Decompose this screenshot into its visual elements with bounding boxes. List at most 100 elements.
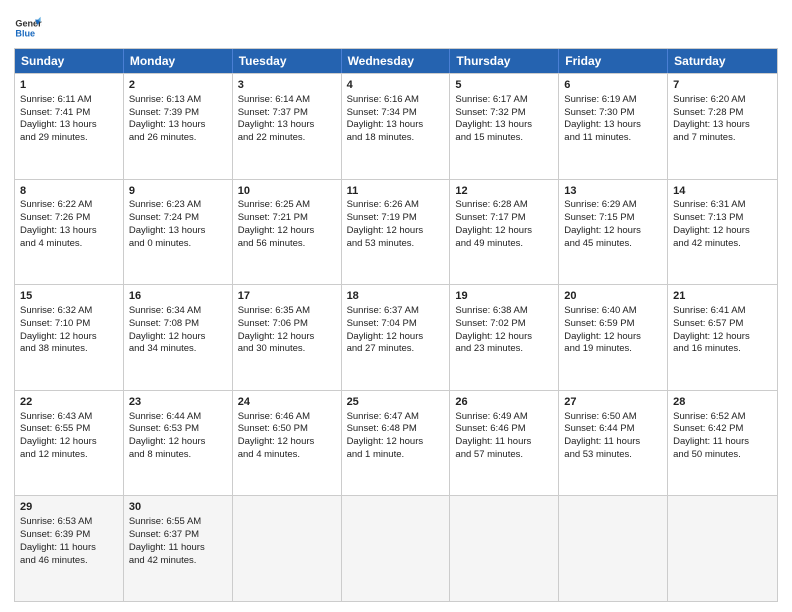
calendar-row-1: 8Sunrise: 6:22 AMSunset: 7:26 PMDaylight…	[15, 179, 777, 285]
day-cell-26: 26Sunrise: 6:49 AMSunset: 6:46 PMDayligh…	[450, 391, 559, 496]
day-info-line: and 42 minutes.	[129, 555, 227, 568]
day-cell-8: 8Sunrise: 6:22 AMSunset: 7:26 PMDaylight…	[15, 180, 124, 285]
day-info-line: Sunrise: 6:49 AM	[455, 411, 553, 424]
day-info-line: Sunrise: 6:38 AM	[455, 305, 553, 318]
day-number: 29	[20, 500, 118, 515]
day-number: 25	[347, 395, 445, 410]
day-info-line: Sunset: 7:32 PM	[455, 107, 553, 120]
day-cell-27: 27Sunrise: 6:50 AMSunset: 6:44 PMDayligh…	[559, 391, 668, 496]
day-info-line: Sunset: 6:50 PM	[238, 423, 336, 436]
day-info-line: and 23 minutes.	[455, 343, 553, 356]
day-info-line: Sunrise: 6:25 AM	[238, 199, 336, 212]
day-cell-24: 24Sunrise: 6:46 AMSunset: 6:50 PMDayligh…	[233, 391, 342, 496]
day-info-line: Sunrise: 6:23 AM	[129, 199, 227, 212]
calendar: SundayMondayTuesdayWednesdayThursdayFrid…	[14, 48, 778, 602]
day-info-line: and 19 minutes.	[564, 343, 662, 356]
day-info-line: Sunrise: 6:53 AM	[20, 516, 118, 529]
day-info-line: Daylight: 13 hours	[20, 119, 118, 132]
day-number: 8	[20, 184, 118, 199]
day-info-line: Daylight: 12 hours	[238, 225, 336, 238]
day-number: 9	[129, 184, 227, 199]
day-info-line: and 42 minutes.	[673, 238, 772, 251]
day-info-line: Sunset: 7:30 PM	[564, 107, 662, 120]
day-number: 14	[673, 184, 772, 199]
day-info-line: and 34 minutes.	[129, 343, 227, 356]
day-number: 5	[455, 78, 553, 93]
day-info-line: Daylight: 12 hours	[238, 436, 336, 449]
day-cell-29: 29Sunrise: 6:53 AMSunset: 6:39 PMDayligh…	[15, 496, 124, 601]
day-info-line: Sunset: 7:24 PM	[129, 212, 227, 225]
empty-cell	[668, 496, 777, 601]
day-number: 12	[455, 184, 553, 199]
day-info-line: Daylight: 13 hours	[347, 119, 445, 132]
day-info-line: Daylight: 13 hours	[564, 119, 662, 132]
day-number: 26	[455, 395, 553, 410]
day-info-line: and 57 minutes.	[455, 449, 553, 462]
header-day-tuesday: Tuesday	[233, 49, 342, 73]
day-number: 11	[347, 184, 445, 199]
day-info-line: and 26 minutes.	[129, 132, 227, 145]
day-info-line: Daylight: 13 hours	[129, 119, 227, 132]
day-number: 27	[564, 395, 662, 410]
day-number: 16	[129, 289, 227, 304]
day-cell-9: 9Sunrise: 6:23 AMSunset: 7:24 PMDaylight…	[124, 180, 233, 285]
day-cell-17: 17Sunrise: 6:35 AMSunset: 7:06 PMDayligh…	[233, 285, 342, 390]
day-info-line: Sunset: 7:04 PM	[347, 318, 445, 331]
day-cell-25: 25Sunrise: 6:47 AMSunset: 6:48 PMDayligh…	[342, 391, 451, 496]
day-info-line: Daylight: 12 hours	[564, 225, 662, 238]
day-info-line: and 56 minutes.	[238, 238, 336, 251]
day-info-line: Sunset: 6:44 PM	[564, 423, 662, 436]
day-number: 3	[238, 78, 336, 93]
day-info-line: and 4 minutes.	[238, 449, 336, 462]
day-info-line: Daylight: 11 hours	[564, 436, 662, 449]
day-number: 17	[238, 289, 336, 304]
day-info-line: Daylight: 11 hours	[129, 542, 227, 555]
day-info-line: Sunset: 7:06 PM	[238, 318, 336, 331]
day-cell-19: 19Sunrise: 6:38 AMSunset: 7:02 PMDayligh…	[450, 285, 559, 390]
day-info-line: Sunset: 6:53 PM	[129, 423, 227, 436]
day-info-line: Sunrise: 6:28 AM	[455, 199, 553, 212]
day-cell-23: 23Sunrise: 6:44 AMSunset: 6:53 PMDayligh…	[124, 391, 233, 496]
page-container: General Blue SundayMondayTuesdayWednesda…	[0, 0, 792, 612]
day-info-line: Sunset: 7:39 PM	[129, 107, 227, 120]
day-info-line: Sunrise: 6:37 AM	[347, 305, 445, 318]
day-cell-14: 14Sunrise: 6:31 AMSunset: 7:13 PMDayligh…	[668, 180, 777, 285]
day-info-line: Sunset: 7:19 PM	[347, 212, 445, 225]
day-info-line: Sunset: 7:02 PM	[455, 318, 553, 331]
day-info-line: Sunrise: 6:35 AM	[238, 305, 336, 318]
day-number: 24	[238, 395, 336, 410]
day-info-line: Daylight: 13 hours	[238, 119, 336, 132]
svg-text:Blue: Blue	[15, 28, 35, 38]
day-info-line: Sunrise: 6:11 AM	[20, 94, 118, 107]
day-cell-18: 18Sunrise: 6:37 AMSunset: 7:04 PMDayligh…	[342, 285, 451, 390]
day-info-line: Daylight: 13 hours	[673, 119, 772, 132]
header-day-sunday: Sunday	[15, 49, 124, 73]
day-info-line: Daylight: 12 hours	[347, 331, 445, 344]
day-cell-3: 3Sunrise: 6:14 AMSunset: 7:37 PMDaylight…	[233, 74, 342, 179]
day-number: 4	[347, 78, 445, 93]
day-info-line: Sunset: 7:15 PM	[564, 212, 662, 225]
day-cell-12: 12Sunrise: 6:28 AMSunset: 7:17 PMDayligh…	[450, 180, 559, 285]
day-info-line: and 49 minutes.	[455, 238, 553, 251]
day-info-line: Daylight: 12 hours	[129, 436, 227, 449]
day-number: 18	[347, 289, 445, 304]
day-info-line: Sunrise: 6:32 AM	[20, 305, 118, 318]
day-number: 21	[673, 289, 772, 304]
day-info-line: Sunrise: 6:55 AM	[129, 516, 227, 529]
day-number: 2	[129, 78, 227, 93]
day-info-line: Sunset: 7:34 PM	[347, 107, 445, 120]
day-info-line: and 4 minutes.	[20, 238, 118, 251]
day-info-line: Sunrise: 6:26 AM	[347, 199, 445, 212]
day-info-line: and 50 minutes.	[673, 449, 772, 462]
logo-icon: General Blue	[14, 14, 42, 42]
day-cell-5: 5Sunrise: 6:17 AMSunset: 7:32 PMDaylight…	[450, 74, 559, 179]
day-info-line: Daylight: 12 hours	[673, 225, 772, 238]
day-number: 22	[20, 395, 118, 410]
day-info-line: Sunrise: 6:40 AM	[564, 305, 662, 318]
day-info-line: Daylight: 11 hours	[455, 436, 553, 449]
day-info-line: and 18 minutes.	[347, 132, 445, 145]
day-info-line: Sunrise: 6:43 AM	[20, 411, 118, 424]
day-info-line: and 45 minutes.	[564, 238, 662, 251]
empty-cell	[342, 496, 451, 601]
day-info-line: Sunset: 7:37 PM	[238, 107, 336, 120]
